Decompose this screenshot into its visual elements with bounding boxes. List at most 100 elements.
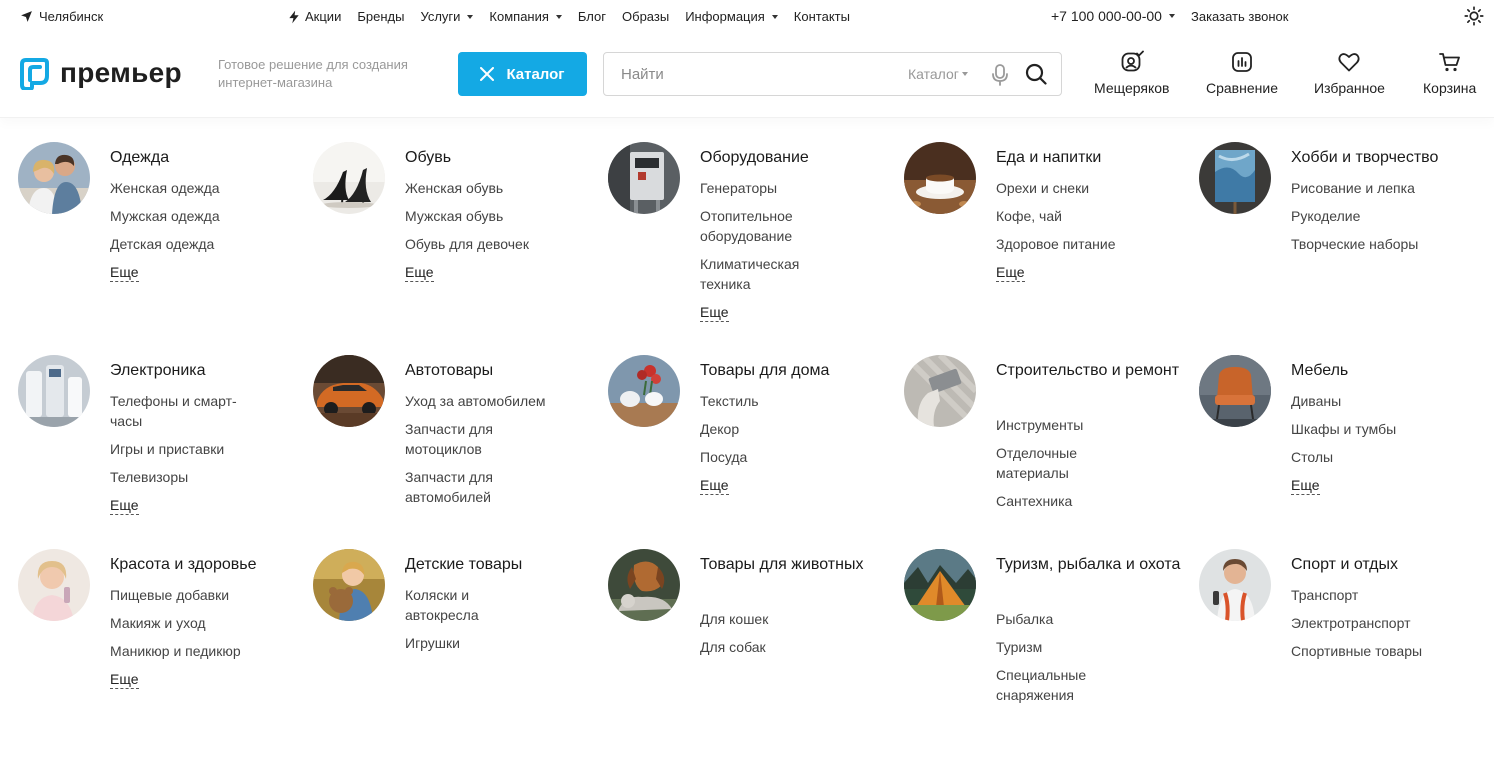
subcategory-link[interactable]: Туризм [996,637,1176,657]
callback-link[interactable]: Заказать звонок [1191,9,1288,24]
subcategory-link[interactable]: Климатическая техника [700,254,830,294]
subcategory-link[interactable]: Отделочные материалы [996,443,1096,483]
show-more-link[interactable]: Еще [405,263,434,282]
category-title[interactable]: Обувь [405,146,590,170]
category-title[interactable]: Товары для дома [700,359,885,383]
subcategory-link[interactable]: Мужская одежда [110,206,290,226]
nav-item-info[interactable]: Информация [685,9,778,24]
subcategory-link[interactable]: Коляски и автокресла [405,585,505,625]
city-selector[interactable]: Челябинск [20,9,103,24]
subcategory-link[interactable]: Диваны [1291,391,1471,411]
subcategory-link[interactable]: Запчасти для автомобилей [405,467,515,507]
category-image[interactable] [608,549,680,621]
category-image[interactable] [18,355,90,427]
category-title[interactable]: Еда и напитки [996,146,1181,170]
catalog-button[interactable]: Каталог [458,52,587,96]
subcategory-link[interactable]: Запчасти для мотоциклов [405,419,515,459]
nav-item-blog[interactable]: Блог [578,9,606,24]
category-title[interactable]: Строительство и ремонт [996,359,1181,383]
category-title[interactable]: Красота и здоровье [110,553,295,577]
cart-link[interactable]: Корзина [1423,50,1476,96]
subcategory-link[interactable]: Здоровое питание [996,234,1176,254]
show-more-link[interactable]: Еще [1291,476,1320,495]
category-image[interactable] [904,549,976,621]
subcategory-link[interactable]: Телевизоры [110,467,290,487]
nav-item-promo[interactable]: Акции [287,9,341,24]
subcategory-link[interactable]: Декор [700,419,880,439]
category-image[interactable] [1199,355,1271,427]
category-image[interactable] [313,549,385,621]
subcategory-link[interactable]: Электротранспорт [1291,613,1471,633]
profile-link[interactable]: Мещеряков [1094,50,1169,96]
category-image[interactable] [313,142,385,214]
subcategory-link[interactable]: Обувь для девочек [405,234,585,254]
category-image[interactable] [18,142,90,214]
subcategory-link[interactable]: Генераторы [700,178,880,198]
subcategory-link[interactable]: Кофе, чай [996,206,1176,226]
subcategory-link[interactable]: Орехи и снеки [996,178,1176,198]
subcategory-link[interactable]: Посуда [700,447,880,467]
sun-icon[interactable] [1464,6,1484,26]
category-title[interactable]: Детские товары [405,553,590,577]
phone-number[interactable]: +7 100 000-00-00 [1051,8,1175,24]
compare-link[interactable]: Сравнение [1206,50,1278,96]
subcategory-link[interactable]: Столы [1291,447,1471,467]
show-more-link[interactable]: Еще [700,476,729,495]
category-title[interactable]: Одежда [110,146,295,170]
favorites-link[interactable]: Избранное [1314,50,1385,96]
subcategory-link[interactable]: Инструменты [996,415,1176,435]
nav-item-services[interactable]: Услуги [420,9,474,24]
subcategory-link[interactable]: Игры и приставки [110,439,290,459]
subcategory-link[interactable]: Женская обувь [405,178,585,198]
subcategory-link[interactable]: Рисование и лепка [1291,178,1471,198]
category-image[interactable] [18,549,90,621]
category-image[interactable] [1199,142,1271,214]
category-title[interactable]: Мебель [1291,359,1476,383]
subcategory-link[interactable]: Мужская обувь [405,206,585,226]
subcategory-link[interactable]: Сантехника [996,491,1176,511]
category-title[interactable]: Оборудование [700,146,885,170]
subcategory-link[interactable]: Макияж и уход [110,613,290,633]
subcategory-link[interactable]: Шкафы и тумбы [1291,419,1471,439]
microphone-icon[interactable] [991,64,1009,86]
subcategory-link[interactable]: Женская одежда [110,178,290,198]
subcategory-link[interactable]: Отопительное оборудование [700,206,830,246]
nav-item-looks[interactable]: Образы [622,9,669,24]
category-image[interactable] [904,355,976,427]
subcategory-link[interactable]: Рукоделие [1291,206,1471,226]
category-title[interactable]: Хобби и творчество [1291,146,1476,170]
category-image[interactable] [608,355,680,427]
show-more-link[interactable]: Еще [700,303,729,322]
subcategory-link[interactable]: Уход за автомобилем [405,391,585,411]
subcategory-link[interactable]: Для кошек [700,609,880,629]
subcategory-link[interactable]: Игрушки [405,633,585,653]
search-input[interactable] [604,53,894,95]
nav-item-company[interactable]: Компания [489,9,562,24]
category-title[interactable]: Электроника [110,359,295,383]
show-more-link[interactable]: Еще [110,670,139,689]
show-more-link[interactable]: Еще [996,263,1025,282]
subcategory-link[interactable]: Транспорт [1291,585,1471,605]
subcategory-link[interactable]: Маникюр и педикюр [110,641,290,661]
subcategory-link[interactable]: Рыбалка [996,609,1176,629]
category-image[interactable] [608,142,680,214]
subcategory-link[interactable]: Специальные снаряжения [996,665,1096,705]
category-title[interactable]: Автотовары [405,359,590,383]
search-scope-select[interactable]: Каталог [908,66,968,82]
category-image[interactable] [904,142,976,214]
show-more-link[interactable]: Еще [110,496,139,515]
category-title[interactable]: Спорт и отдых [1291,553,1476,577]
search-icon[interactable] [1025,63,1047,85]
subcategory-link[interactable]: Текстиль [700,391,880,411]
show-more-link[interactable]: Еще [110,263,139,282]
category-title[interactable]: Туризм, рыбалка и охота [996,553,1181,577]
nav-item-contacts[interactable]: Контакты [794,9,850,24]
category-image[interactable] [1199,549,1271,621]
subcategory-link[interactable]: Спортивные товары [1291,641,1471,661]
subcategory-link[interactable]: Пищевые добавки [110,585,290,605]
subcategory-link[interactable]: Творческие наборы [1291,234,1471,254]
subcategory-link[interactable]: Детская одежда [110,234,290,254]
subcategory-link[interactable]: Телефоны и смарт-часы [110,391,245,431]
subcategory-link[interactable]: Для собак [700,637,880,657]
logo[interactable]: премьер [18,56,182,90]
